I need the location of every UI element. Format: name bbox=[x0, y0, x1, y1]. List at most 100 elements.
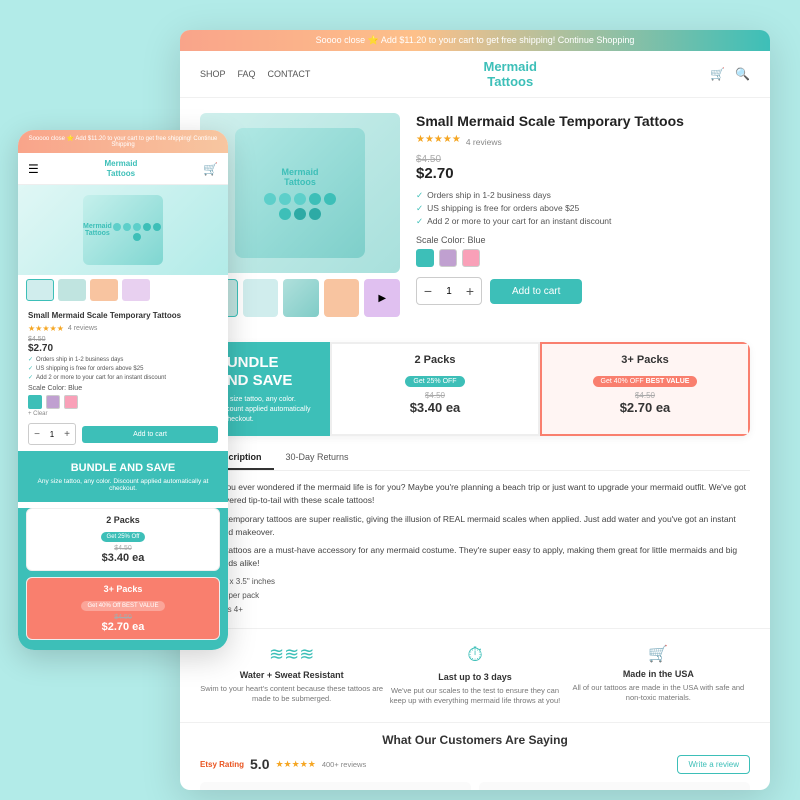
mobile-bundle-section: BUNDLE AND SAVE Any size tattoo, any col… bbox=[18, 451, 228, 502]
mobile-swatch-blue[interactable] bbox=[28, 395, 42, 409]
desktop-thumb-3[interactable] bbox=[283, 279, 319, 317]
mobile-qty-increase[interactable]: + bbox=[59, 424, 75, 444]
desktop-add-to-cart-button[interactable]: Add to cart bbox=[490, 279, 582, 304]
write-review-button[interactable]: Write a review bbox=[677, 755, 750, 774]
desktop-logo: MermaidTattoos bbox=[484, 59, 537, 89]
desktop-color-swatches bbox=[416, 249, 750, 267]
desktop-topbar-text: Soooo close ⭐ Add $11.20 to your cart to… bbox=[316, 35, 635, 45]
mobile-swatch-purple[interactable] bbox=[46, 395, 60, 409]
mobile-pack-3-old-price: $4.50 bbox=[33, 614, 213, 621]
mobile-color-section: Scale Color: Blue + Clear bbox=[28, 385, 218, 417]
mobile-thumb-2[interactable] bbox=[58, 279, 86, 301]
spec-sheet: 1 sheet per pack bbox=[200, 590, 750, 602]
feature-water-desc: Swim to your heart's content because the… bbox=[200, 684, 383, 705]
feature-time: ⏱ Last up to 3 days We've put our scales… bbox=[383, 644, 566, 707]
desktop-quantity-control: − 1 + bbox=[416, 277, 482, 305]
nav-contact[interactable]: CONTACT bbox=[268, 69, 311, 79]
check-icon-d3: ✓ bbox=[416, 216, 423, 227]
bundle-pack-3-badge: Get 40% OFF BEST VALUE bbox=[593, 376, 698, 387]
desktop-qty-increase[interactable]: + bbox=[459, 278, 481, 304]
desktop-feature-2: ✓ US shipping is free for orders above $… bbox=[416, 203, 750, 214]
desktop-main: MermaidTattoos bbox=[180, 98, 770, 332]
desktop-thumb-5[interactable]: ▶ bbox=[364, 279, 400, 317]
bundle-pack-3plus[interactable]: 3+ Packs Get 40% OFF BEST VALUE $4.50 $2… bbox=[540, 342, 750, 436]
mobile-swatch-pink[interactable] bbox=[64, 395, 78, 409]
desktop-qty-decrease[interactable]: − bbox=[417, 278, 439, 304]
mobile-price-old: $4.50 bbox=[28, 336, 218, 343]
desktop-thumb-4[interactable] bbox=[324, 279, 360, 317]
desktop-review-count: 4 reviews bbox=[466, 137, 502, 147]
spec-age: For ages 4+ bbox=[200, 604, 750, 616]
mobile-cart-icon[interactable]: 🛒 bbox=[203, 162, 218, 176]
mobile-pack-2-price: $3.40 ea bbox=[33, 552, 213, 564]
feature-time-title: Last up to 3 days bbox=[383, 672, 566, 682]
spec-size: Size: 3" x 3.5" inches bbox=[200, 576, 750, 588]
desktop-price: $2.70 bbox=[416, 165, 750, 182]
desktop-search-icon[interactable]: 🔍 bbox=[735, 67, 750, 81]
mobile-stars: ★★★★★ bbox=[28, 324, 64, 333]
mobile-info-2: ✓ US shipping is free for orders above $… bbox=[28, 365, 218, 372]
bundle-pack-2-old: $4.50 bbox=[344, 391, 526, 400]
etsy-rating: Etsy Rating 5.0 ★★★★★ 400+ reviews bbox=[200, 756, 366, 772]
etsy-label: Etsy Rating bbox=[200, 760, 244, 769]
desktop-product-image-inner: MermaidTattoos bbox=[235, 128, 365, 258]
check-icon-2: ✓ bbox=[28, 365, 33, 372]
mobile-thumb-4[interactable] bbox=[122, 279, 150, 301]
mobile-pack-3-title: 3+ Packs bbox=[33, 584, 213, 594]
etsy-row: Etsy Rating 5.0 ★★★★★ 400+ reviews Write… bbox=[200, 755, 750, 774]
desktop-product-title: Small Mermaid Scale Temporary Tattoos bbox=[416, 113, 750, 129]
mobile-thumb-1[interactable] bbox=[26, 279, 54, 301]
mobile-product-image: MermaidTattoos bbox=[18, 185, 228, 275]
bundle-pack-3-title: 3+ Packs bbox=[554, 354, 736, 366]
desktop-qty-value: 1 bbox=[439, 286, 459, 297]
nav-faq[interactable]: FAQ bbox=[238, 69, 256, 79]
mobile-thumb-3[interactable] bbox=[90, 279, 118, 301]
reviews-title: What Our Customers Are Saying bbox=[200, 733, 750, 747]
mobile-product-title: Small Mermaid Scale Temporary Tattoos bbox=[28, 311, 218, 320]
mobile-mockup: Sooooo close ⭐ Add $11.20 to your cart t… bbox=[18, 130, 228, 650]
desktop-cart-icon[interactable]: 🛒 bbox=[710, 67, 725, 81]
desktop-swatch-pink[interactable] bbox=[462, 249, 480, 267]
nav-shop[interactable]: SHOP bbox=[200, 69, 226, 79]
desc-para-2: These temporary tattoos are super realis… bbox=[200, 513, 750, 539]
desktop-thumb-2[interactable] bbox=[243, 279, 279, 317]
desktop-add-to-cart-row: − 1 + Add to cart bbox=[416, 277, 750, 305]
mobile-menu-icon[interactable]: ☰ bbox=[28, 162, 39, 176]
mobile-pack-2-old-price: $4.50 bbox=[33, 545, 213, 552]
mobile-pack-2-title: 2 Packs bbox=[33, 515, 213, 525]
desktop-reviews-section: What Our Customers Are Saying Etsy Ratin… bbox=[180, 722, 770, 790]
mobile-pack-3-badge: Get 40% Off BEST VALUE bbox=[81, 601, 164, 611]
mobile-qty-value: 1 bbox=[45, 430, 59, 439]
desktop-feature-1: ✓ Orders ship in 1-2 business days bbox=[416, 190, 750, 201]
mobile-topbar: Sooooo close ⭐ Add $11.20 to your cart t… bbox=[18, 130, 228, 153]
usa-icon: 🛒 bbox=[567, 644, 750, 664]
mobile-logo: MermaidTattoos bbox=[104, 159, 137, 178]
mobile-nav: ☰ MermaidTattoos 🛒 bbox=[18, 153, 228, 185]
desktop-swatch-blue[interactable] bbox=[416, 249, 434, 267]
desktop-description: Have you ever wondered if the mermaid li… bbox=[180, 471, 770, 628]
check-icon-d1: ✓ bbox=[416, 190, 423, 201]
desktop-thumbnails: ▶ bbox=[200, 279, 400, 317]
bundle-pack-2[interactable]: 2 Packs Get 25% OFF $4.50 $3.40 ea bbox=[330, 342, 540, 436]
desktop-topbar: Soooo close ⭐ Add $11.20 to your cart to… bbox=[180, 30, 770, 51]
mobile-review-count: 4 reviews bbox=[68, 325, 98, 332]
bundle-subtitle: Any size tattoo, any color. Discount app… bbox=[216, 395, 314, 424]
etsy-stars: ★★★★★ bbox=[275, 759, 315, 770]
mobile-bundle-subtitle: Any size tattoo, any color. Discount app… bbox=[28, 478, 218, 492]
mobile-pack-3-price: $2.70 ea bbox=[33, 621, 213, 633]
etsy-count: 400+ reviews bbox=[322, 760, 366, 769]
feature-usa-desc: All of our tattoos are made in the USA w… bbox=[567, 683, 750, 704]
clock-icon: ⏱ bbox=[383, 644, 566, 667]
desktop-swatch-purple[interactable] bbox=[439, 249, 457, 267]
mobile-add-to-cart-button[interactable]: Add to cart bbox=[82, 426, 218, 443]
tab-returns[interactable]: 30-Day Returns bbox=[274, 446, 361, 470]
mobile-info-3: ✓ Add 2 or more to your cart for an inst… bbox=[28, 374, 218, 381]
mobile-qty-decrease[interactable]: − bbox=[29, 424, 45, 444]
mobile-pack-3plus[interactable]: 3+ Packs Get 40% Off BEST VALUE $4.50 $2… bbox=[26, 577, 220, 640]
bundle-pack-2-title: 2 Packs bbox=[344, 354, 526, 366]
water-icon: ≋≋≋ bbox=[200, 644, 383, 665]
mobile-pack-2[interactable]: 2 Packs Get 25% Off $4.50 $3.40 ea bbox=[26, 508, 220, 571]
check-icon-d2: ✓ bbox=[416, 203, 423, 214]
desktop-product-info: Small Mermaid Scale Temporary Tattoos ★★… bbox=[416, 113, 750, 317]
desktop-feature-3: ✓ Add 2 or more to your cart for an inst… bbox=[416, 216, 750, 227]
